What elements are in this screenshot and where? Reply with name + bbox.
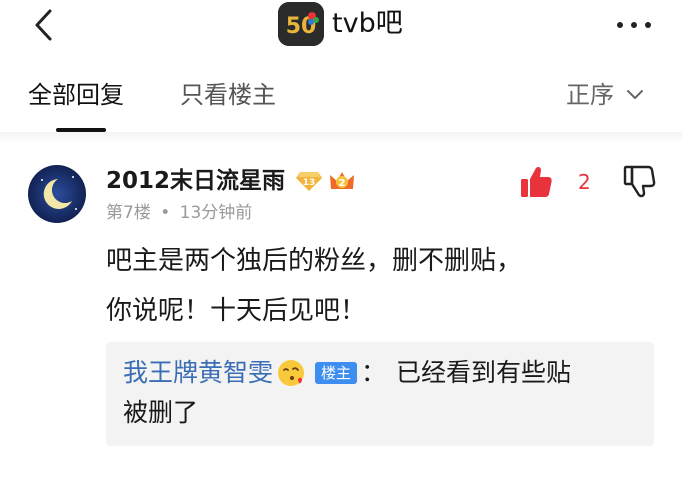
quote-text: 已经看到有些贴 bbox=[396, 358, 572, 387]
reply-filter-tabs: 全部回复 只看楼主 正序 bbox=[0, 58, 682, 134]
tvb-50-logo-icon: 50 bbox=[278, 2, 324, 46]
crown-badge-icon: 2 bbox=[330, 172, 354, 189]
moon-avatar-icon bbox=[28, 165, 86, 223]
kiss-emoji-icon bbox=[278, 360, 305, 386]
more-button[interactable] bbox=[612, 8, 656, 42]
diamond-level-icon: 13 bbox=[296, 172, 322, 191]
post-content-line: 吧主是两个独后的粉丝，删不删贴， bbox=[106, 246, 523, 276]
top-bar: 50 tvb吧 bbox=[0, 0, 682, 58]
post-content: 吧主是两个独后的粉丝，删不删贴， 你说呢！十天后见吧！ bbox=[106, 236, 646, 336]
owner-tag: 楼主 bbox=[315, 362, 358, 384]
thumbs-up-icon bbox=[521, 166, 552, 197]
like-button[interactable] bbox=[518, 164, 554, 200]
chevron-down-icon bbox=[627, 90, 643, 99]
like-count: 2 bbox=[578, 170, 591, 194]
more-dots-icon bbox=[617, 22, 651, 28]
back-button[interactable] bbox=[28, 8, 62, 42]
svg-text:2: 2 bbox=[339, 178, 346, 189]
svg-text:13: 13 bbox=[303, 178, 316, 188]
fan-badge[interactable]: 2 bbox=[328, 169, 356, 193]
forum-title[interactable]: tvb吧 bbox=[332, 6, 403, 42]
quote-text-continued: 被删了 bbox=[123, 398, 199, 427]
meta-dot: • bbox=[160, 203, 171, 223]
section-divider bbox=[0, 132, 682, 144]
post-content-line: 你说呢！十天后见吧！ bbox=[106, 296, 367, 326]
post-time: 13分钟前 bbox=[179, 203, 253, 223]
tab-owner-only[interactable]: 只看楼主 bbox=[180, 78, 276, 112]
avatar[interactable] bbox=[28, 165, 86, 223]
username[interactable]: 2012末日流星雨 bbox=[106, 164, 285, 198]
quote-username[interactable]: 我王牌黄智雯 bbox=[123, 354, 273, 392]
tab-all-replies[interactable]: 全部回复 bbox=[28, 78, 124, 112]
chevron-left-icon bbox=[35, 9, 52, 41]
level-badge[interactable]: 13 bbox=[296, 170, 322, 192]
quote-colon: ： bbox=[361, 358, 387, 387]
post-meta: 第7楼 • 13分钟前 bbox=[106, 200, 252, 226]
thumbs-down-icon bbox=[623, 165, 656, 198]
sort-order-button[interactable]: 正序 bbox=[566, 78, 644, 112]
floor-number: 第7楼 bbox=[106, 203, 151, 223]
dislike-button[interactable] bbox=[622, 164, 656, 200]
forum-logo[interactable]: 50 bbox=[278, 2, 324, 46]
quoted-reply[interactable]: 我王牌黄智雯 楼主 ： 已经看到有些贴 被删了 bbox=[106, 342, 654, 446]
sort-label: 正序 bbox=[566, 81, 614, 109]
quote-first-line: 我王牌黄智雯 楼主 ： 已经看到有些贴 bbox=[123, 354, 571, 392]
